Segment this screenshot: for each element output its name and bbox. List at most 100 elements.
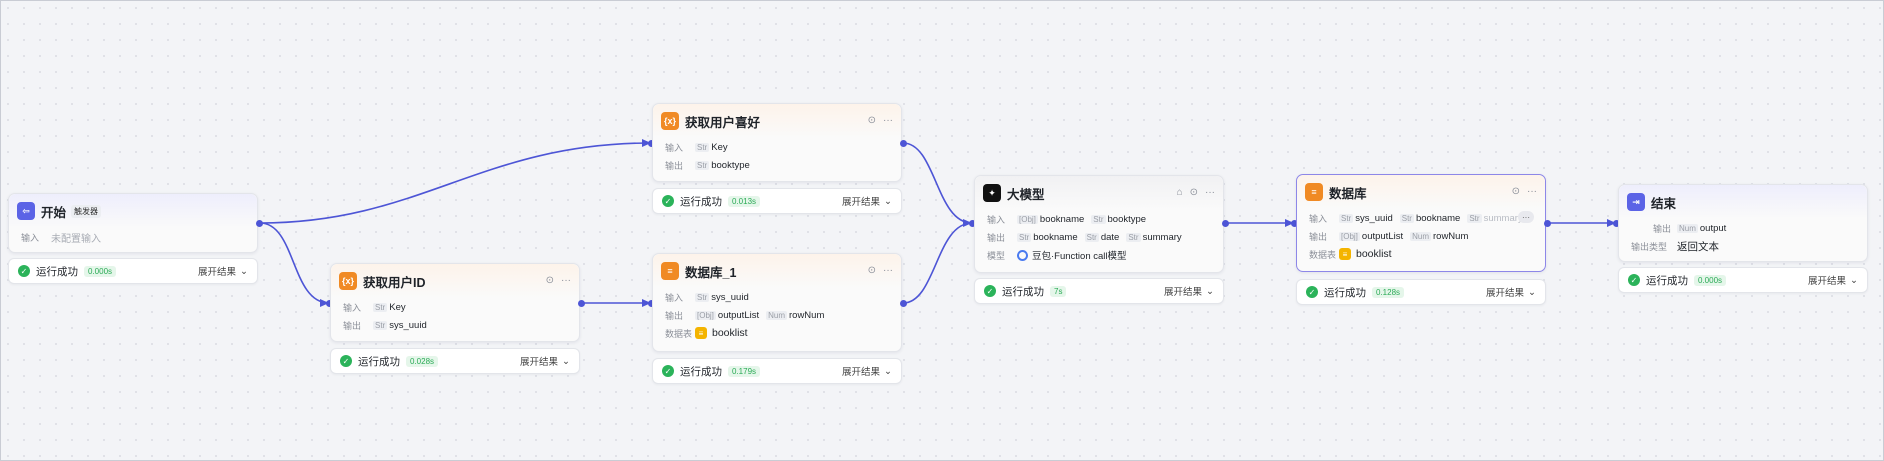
input-label: 输入 [665,142,684,153]
node-header: ≡ 数据库 ⊙ ··· [1297,175,1545,209]
expand-results-button[interactable]: 展开结果 ⌄ [198,264,248,279]
variable-chip: Str summary [1126,231,1182,243]
expand-label: 展开结果 [842,367,881,378]
success-check-icon: ✓ [662,195,674,207]
variable-chip: Str summary [1467,212,1523,224]
success-check-icon: ✓ [18,265,30,277]
db-status-bar: ✓ 运行成功 0.128s 展开结果 ⌄ [1296,279,1546,305]
edge-start-to-getpref [259,142,652,224]
run-time-badge: 0.179s [728,365,761,377]
node-title: 大模型 [1007,187,1045,202]
llm-node[interactable]: ✦ 大模型 ⌂ ⊙ ··· 输入 [Obj] bookname Str bookty… [974,175,1224,273]
database-icon: ≡ [661,262,679,280]
success-check-icon: ✓ [1306,286,1318,298]
end-node[interactable]: ⇥ 结束 输出 Num output 输出类型 返回文本 [1618,184,1868,262]
status-text: 运行成功 [36,265,78,278]
variable-chip: Str bookname [1399,212,1461,224]
expand-results-button[interactable]: 展开结果 ⌄ [1808,273,1858,288]
db1-status-bar: ✓ 运行成功 0.179s 展开结果 ⌄ [652,358,902,384]
variable-chip: [Obj] bookname [1017,213,1085,225]
chevron-down-icon: ⌄ [1850,274,1858,286]
get-user-preference-node[interactable]: {x} 获取用户喜好 ⊙ ··· 输入 Str Key 输出 Str booktyp… [652,103,902,182]
workflow-canvas[interactable]: ⇦ 开始 触发器 输入 未配置输入 ✓ 运行成功 0.000s 展开结果 ⌄ {x… [0,0,1884,461]
expand-label: 展开结果 [842,197,881,208]
run-time-badge: 0.013s [728,195,761,207]
llm-status-bar: ✓ 运行成功 7s 展开结果 ⌄ [974,278,1224,304]
output-label: 输出 [343,320,362,331]
run-time-badge: 7s [1050,285,1067,297]
getpref-output-port[interactable] [900,140,907,147]
expand-results-button[interactable]: 展开结果 ⌄ [842,194,892,209]
run-time-badge: 0.128s [1372,286,1405,298]
skill-icon[interactable]: ⌂ [1177,188,1183,198]
db1-output-port[interactable] [900,300,907,307]
database-icon: ≡ [1305,183,1323,201]
input-label: 输入 [21,232,40,243]
node-title: 获取用户喜好 [685,115,761,130]
run-node-icon[interactable]: ⊙ [868,266,876,276]
expand-results-button[interactable]: 展开结果 ⌄ [1486,285,1536,300]
more-options-icon[interactable]: ··· [1205,188,1215,198]
chevron-down-icon: ⌄ [884,195,892,207]
node-header: ⇥ 结束 [1619,185,1867,219]
more-options-icon[interactable]: ··· [883,266,893,276]
variable-chip: Str Key [373,301,406,313]
status-text: 运行成功 [1002,285,1044,298]
run-time-badge: 0.000s [84,265,117,277]
output-row: 输出 [Obj] outputList Num rowNum [653,306,901,324]
expand-results-button[interactable]: 展开结果 ⌄ [842,364,892,379]
output-label: 输出 [1652,223,1671,234]
variable-chip: Num rowNum [766,309,825,321]
expand-results-button[interactable]: 展开结果 ⌄ [520,354,570,369]
getuid-output-port[interactable] [578,300,585,307]
input-label: 输入 [343,302,362,313]
connection-layer [259,139,1616,307]
variable-chip: Str sys_uuid [373,319,427,331]
variable-chip: Str date [1084,231,1120,243]
table-name: booklist [712,327,748,339]
output-row: 输出 Str booktype [653,156,901,174]
run-node-icon[interactable]: ⊙ [1190,188,1198,198]
expand-results-button[interactable]: 展开结果 ⌄ [1164,284,1214,299]
run-node-icon[interactable]: ⊙ [868,116,876,126]
more-options-icon[interactable]: ··· [561,276,571,286]
success-check-icon: ✓ [1628,274,1640,286]
end-icon: ⇥ [1627,193,1645,211]
start-status-bar: ✓ 运行成功 0.000s 展开结果 ⌄ [8,258,258,284]
database-node[interactable]: ≡ 数据库 ⊙ ··· 输入 Str sys_uuid Str bookname S… [1296,174,1546,272]
chevron-down-icon: ⌄ [1206,285,1214,297]
input-row: 输入 Str Key [653,138,901,156]
status-text: 运行成功 [1324,286,1366,299]
node-header: ≡ 数据库_1 ⊙ ··· [653,254,901,288]
edge-db1-to-llm [902,222,973,304]
status-text: 运行成功 [358,355,400,368]
output-label: 输出 [665,160,684,171]
run-node-icon[interactable]: ⊙ [1512,187,1520,197]
run-node-icon[interactable]: ⊙ [546,276,554,286]
more-inputs-button[interactable]: ··· [1518,211,1534,223]
run-time-badge: 0.028s [406,355,439,367]
run-time-badge: 0.000s [1694,274,1727,286]
getuid-status-bar: ✓ 运行成功 0.028s 展开结果 ⌄ [330,348,580,374]
node-title: 开始 [41,205,67,220]
code-variable-icon: {x} [661,112,679,130]
start-icon: ⇦ [17,202,35,220]
output-row: 输出 Num output [1619,219,1867,237]
success-check-icon: ✓ [984,285,996,297]
llm-output-port[interactable] [1222,220,1229,227]
input-label: 输入 [987,214,1006,225]
db-output-port[interactable] [1544,220,1551,227]
start-output-port[interactable] [256,220,263,227]
output-type-value: 返回文本 [1677,240,1719,253]
start-node[interactable]: ⇦ 开始 触发器 输入 未配置输入 [8,193,258,253]
more-options-icon[interactable]: ··· [883,116,893,126]
variable-chip: Str Key [695,141,728,153]
chevron-down-icon: ⌄ [884,365,892,377]
variable-chip: Str sys_uuid [1339,212,1393,224]
more-options-icon[interactable]: ··· [1527,187,1537,197]
variable-chip: Num rowNum [1410,230,1469,242]
database-1-node[interactable]: ≡ 数据库_1 ⊙ ··· 输入 Str sys_uuid 输出 [Obj] out… [652,253,902,352]
chevron-down-icon: ⌄ [240,265,248,277]
node-title: 获取用户ID [363,275,426,290]
get-user-id-node[interactable]: {x} 获取用户ID ⊙ ··· 输入 Str Key 输出 Str sys_uui… [330,263,580,342]
